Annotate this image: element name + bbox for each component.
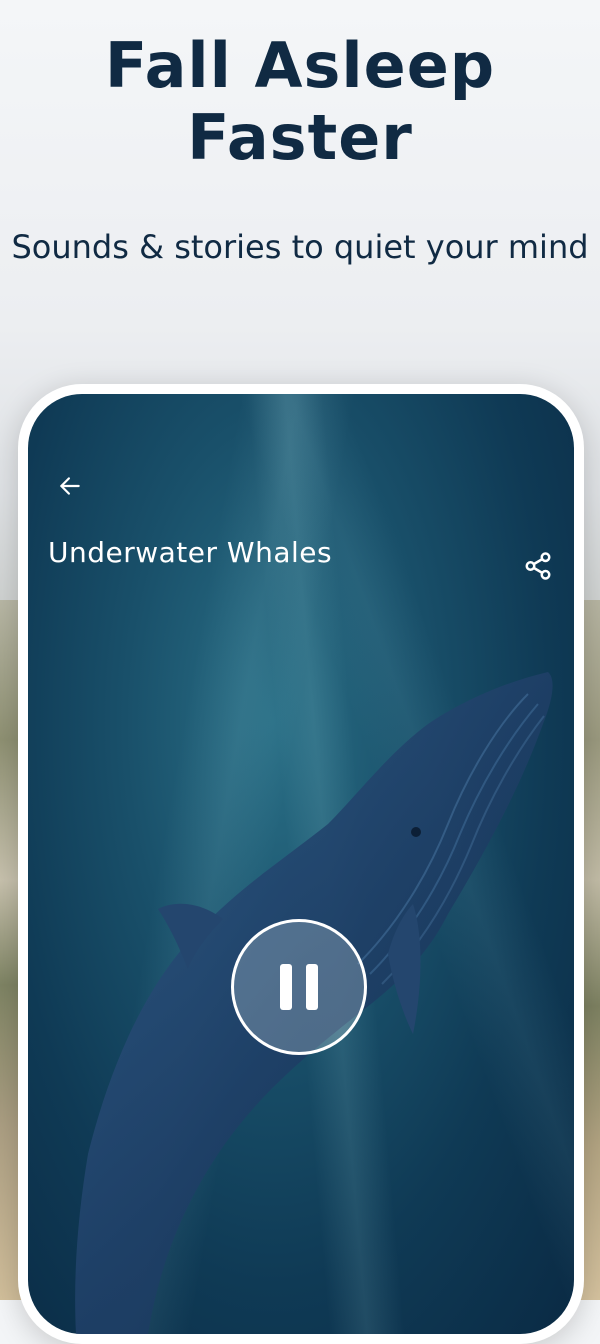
pause-button[interactable] [231,919,367,1055]
phone-frame: Underwater Whales [18,384,584,1344]
track-title: Underwater Whales [48,536,333,569]
promo-subtitle: Sounds & stories to quiet your mind [11,228,589,266]
whale-illustration [75,672,553,1334]
promo-headline: Fall Asleep Faster [104,29,496,174]
pause-icon [273,964,325,1010]
share-icon [525,552,551,580]
back-button[interactable] [48,464,92,508]
arrow-left-icon [60,477,80,495]
share-button[interactable] [516,544,560,588]
player-screen: Underwater Whales [28,394,574,1334]
